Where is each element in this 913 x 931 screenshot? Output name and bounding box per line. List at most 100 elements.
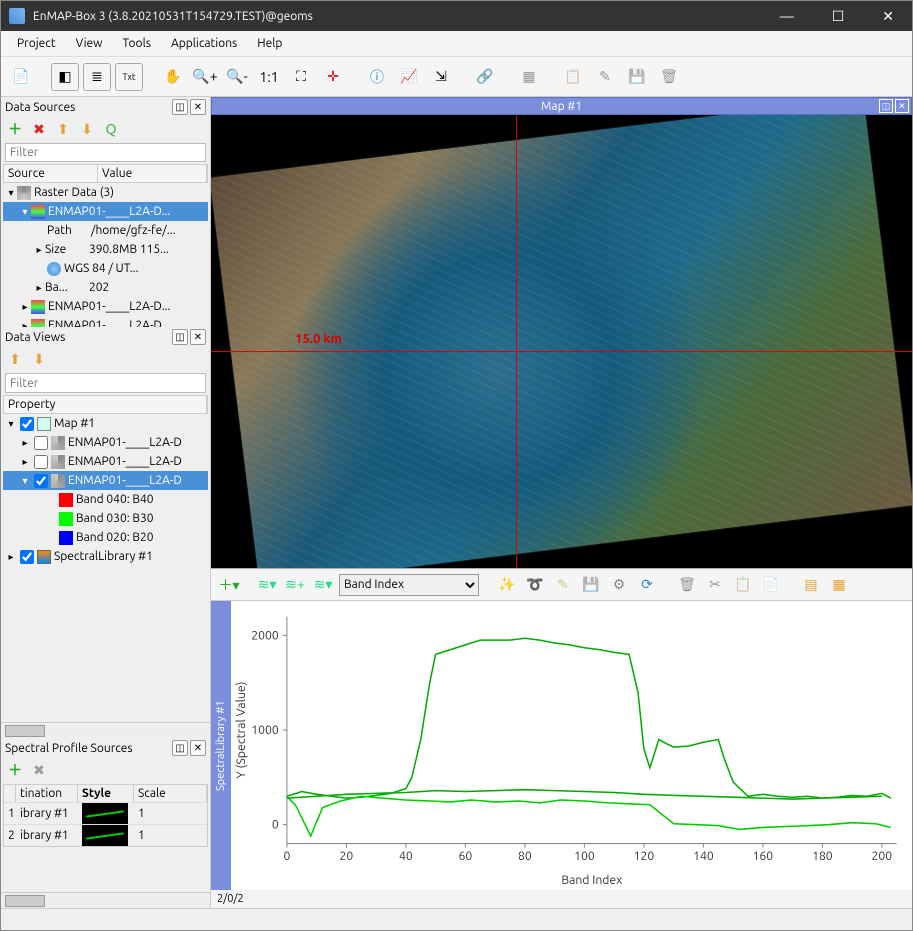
menu-tools[interactable]: Tools xyxy=(112,33,161,54)
spectral-profile-icon[interactable]: 📈 xyxy=(395,63,423,91)
app-icon xyxy=(9,8,25,24)
qgis-icon[interactable]: Q xyxy=(101,119,121,139)
expand-up-icon[interactable]: ⬆ xyxy=(5,349,25,369)
db-menu-icon[interactable]: ≋▾ xyxy=(311,573,335,597)
sync-down-icon[interactable]: ⬇ xyxy=(77,119,97,139)
band-red-swatch xyxy=(59,493,73,507)
zoom-extent-icon[interactable]: ⛶ xyxy=(287,63,315,91)
layer-checkbox[interactable] xyxy=(34,474,48,488)
style-swatch xyxy=(82,825,129,846)
profile-source-row[interactable]: 2 ibrary #1 1 xyxy=(4,824,207,846)
pan-icon[interactable]: ✋ xyxy=(159,63,187,91)
close-panel-icon[interactable]: ✕ xyxy=(190,99,206,115)
add-feature-icon[interactable]: ＋▾ xyxy=(217,573,241,597)
undock-icon[interactable]: ◫ xyxy=(172,740,188,756)
svg-text:0: 0 xyxy=(283,850,290,863)
add-profile-icon[interactable]: ＋ xyxy=(5,760,25,780)
status-bar xyxy=(1,908,912,930)
menu-help[interactable]: Help xyxy=(247,33,292,54)
crosshair-v xyxy=(516,115,517,568)
db-icon[interactable]: ≋▾ xyxy=(255,573,279,597)
svg-text:1000: 1000 xyxy=(251,724,279,737)
undock-icon[interactable]: ◫ xyxy=(172,99,188,115)
data-views-filter[interactable] xyxy=(5,373,206,393)
copy-icon[interactable]: 📋 xyxy=(559,63,587,91)
window-title: EnMAP-Box 3 (3.8.20210531T154729.TEST)@g… xyxy=(33,10,770,23)
svg-text:120: 120 xyxy=(634,850,655,863)
layer-checkbox[interactable] xyxy=(34,455,48,469)
map-view-icon[interactable]: ◧ xyxy=(51,63,79,91)
data-views-tree[interactable]: ▾Map #1 ▸ENMAP01-____L2A-D ▸ENMAP01-____… xyxy=(3,414,208,722)
close-panel-icon[interactable]: ✕ xyxy=(190,329,206,345)
data-sources-columns: Source Value xyxy=(3,164,208,183)
svg-text:200: 200 xyxy=(872,850,893,863)
svg-text:20: 20 xyxy=(340,850,354,863)
link-icon[interactable]: 🔗 xyxy=(471,63,499,91)
pick-profile-icon[interactable]: ✨ xyxy=(495,573,519,597)
maximize-button[interactable]: ☐ xyxy=(822,4,855,29)
data-sources-header: Data Sources ◫ ✕ xyxy=(1,97,210,117)
svg-text:100: 100 xyxy=(574,850,595,863)
save-edits-icon[interactable]: 💾 xyxy=(579,573,603,597)
save-icon[interactable]: 💾 xyxy=(623,63,651,91)
spectral-plot[interactable]: 010002000020406080100120140160180200Band… xyxy=(231,601,912,890)
collapse-icon[interactable]: ⇲ xyxy=(427,63,455,91)
copy-icon[interactable]: 📋 xyxy=(731,573,755,597)
menu-applications[interactable]: Applications xyxy=(161,33,247,54)
reload-icon[interactable]: ⟳ xyxy=(635,573,659,597)
band-blue-swatch xyxy=(59,531,73,545)
crosshair-h xyxy=(211,351,912,352)
lasso-icon[interactable]: ➰ xyxy=(523,573,547,597)
close-panel-icon[interactable]: ✕ xyxy=(190,740,206,756)
paste-icon[interactable]: 📄 xyxy=(759,573,783,597)
menu-bar: Project View Tools Applications Help xyxy=(1,31,912,57)
svg-text:2000: 2000 xyxy=(251,629,279,642)
edit-toggle-icon[interactable]: ✎ xyxy=(551,573,575,597)
cursor-location-icon[interactable]: ✛ xyxy=(319,63,347,91)
close-map-icon[interactable]: ✕ xyxy=(895,99,909,113)
map-canvas[interactable]: 15.0 km xyxy=(211,115,912,568)
undock-icon[interactable]: ◫ xyxy=(172,329,188,345)
form-view-icon[interactable]: ▤ xyxy=(799,573,823,597)
delete-icon[interactable]: 🗑 xyxy=(675,573,699,597)
scrollbar-horizontal[interactable] xyxy=(1,892,210,908)
trash-icon[interactable]: 🗑 xyxy=(655,63,683,91)
zoom-in-icon[interactable]: 🔍+ xyxy=(191,63,219,91)
svg-text:80: 80 xyxy=(518,850,532,863)
remove-source-icon[interactable]: ✖ xyxy=(29,119,49,139)
remove-profile-icon[interactable]: ✖ xyxy=(29,760,49,780)
speclib-checkbox[interactable] xyxy=(20,550,34,564)
layer-checkbox[interactable] xyxy=(34,436,48,450)
processing-icon[interactable]: ⚙ xyxy=(607,573,631,597)
data-sources-filter[interactable] xyxy=(5,143,206,162)
db-add-icon[interactable]: ≋+ xyxy=(283,573,307,597)
map-visibility-checkbox[interactable] xyxy=(20,417,34,431)
svg-text:140: 140 xyxy=(693,850,714,863)
spectral-tab[interactable]: SpectralLibrary #1 xyxy=(211,601,231,890)
table-view-icon[interactable]: ▦ xyxy=(827,573,851,597)
zoom-out-icon[interactable]: 🔍- xyxy=(223,63,251,91)
edit-icon[interactable]: ✎ xyxy=(591,63,619,91)
xaxis-dropdown[interactable]: Band Index xyxy=(339,574,479,596)
svg-text:40: 40 xyxy=(399,850,413,863)
add-source-icon[interactable]: ＋ xyxy=(5,119,25,139)
scale-label: 15.0 km xyxy=(295,332,342,346)
zoom-actual-icon[interactable]: 1:1 xyxy=(255,63,283,91)
style-swatch xyxy=(82,803,129,824)
cut-icon[interactable]: ✂ xyxy=(703,573,727,597)
expand-down-icon[interactable]: ⬇ xyxy=(29,349,49,369)
scrollbar-horizontal[interactable] xyxy=(1,722,210,738)
minimize-button[interactable]: — xyxy=(770,4,804,29)
profile-source-row[interactable]: 1 ibrary #1 1 xyxy=(4,802,207,824)
data-sources-tree[interactable]: ▾Raster Data (3) ▾ENMAP01-____L2A-D... P… xyxy=(3,183,208,327)
undock-map-icon[interactable]: ◫ xyxy=(879,99,893,113)
add-source-icon[interactable]: 📄 xyxy=(7,63,35,91)
layer-stack-icon[interactable]: ≣ xyxy=(83,63,111,91)
close-button[interactable]: ✕ xyxy=(872,4,904,29)
sync-up-icon[interactable]: ⬆ xyxy=(53,119,73,139)
menu-project[interactable]: Project xyxy=(7,33,66,54)
identify-icon[interactable]: ⓘ xyxy=(363,63,391,91)
menu-view[interactable]: View xyxy=(66,33,113,54)
select-icon[interactable]: ▦ xyxy=(515,63,543,91)
txt-icon[interactable]: Txt xyxy=(115,63,143,91)
